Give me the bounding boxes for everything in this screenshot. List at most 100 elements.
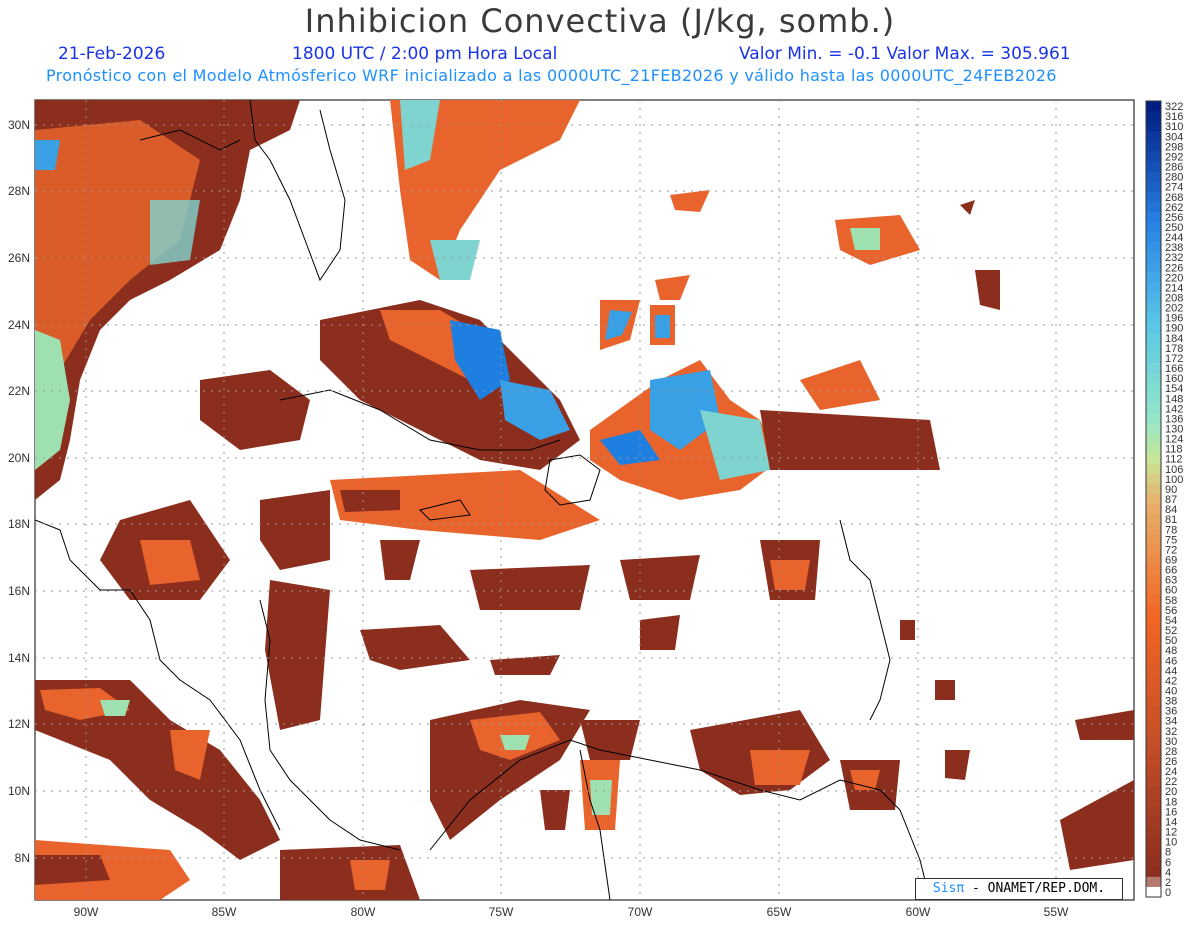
- lat-label-18n: 18N: [8, 517, 30, 531]
- colorbar-swatch: [1146, 685, 1161, 696]
- lat-label-8n: 8N: [15, 851, 30, 865]
- colorbar-swatch: [1146, 554, 1161, 565]
- forecast-map: 30N 28N 26N 24N 22N 20N 18N 16N 14N 12N …: [8, 99, 1183, 919]
- colorbar-swatch: [1146, 806, 1161, 817]
- colorbar-swatch: [1146, 252, 1161, 263]
- colorbar-swatch: [1146, 645, 1161, 656]
- colorbar-swatch: [1146, 836, 1161, 848]
- colorbar-swatch: [1146, 745, 1161, 757]
- colorbar-swatch: [1146, 171, 1161, 183]
- colorbar-swatch: [1146, 504, 1161, 515]
- credit-box: Sisπ - ONAMET/REP.DOM.: [915, 878, 1123, 900]
- colorbar-swatch: [1146, 201, 1161, 213]
- colorbar-swatch: [1146, 161, 1161, 173]
- colorbar-swatch: [1146, 211, 1161, 223]
- lat-label-30n: 30N: [8, 118, 30, 132]
- lat-label-16n: 16N: [8, 584, 30, 598]
- colorbar-swatch: [1146, 272, 1161, 283]
- lat-label-10n: 10N: [8, 784, 30, 798]
- colorbar-swatch: [1146, 332, 1161, 344]
- colorbar-swatch: [1146, 453, 1161, 465]
- colorbar-swatch: [1146, 624, 1161, 636]
- colorbar-swatch: [1146, 352, 1161, 364]
- colorbar-swatch: [1146, 866, 1161, 878]
- lat-label-20n: 20N: [8, 451, 30, 465]
- colorbar-swatch: [1146, 705, 1161, 717]
- colorbar-swatch: [1146, 574, 1161, 586]
- colorbar-swatch: [1146, 635, 1161, 646]
- colorbar-swatch: [1146, 433, 1161, 445]
- lat-label-14n: 14N: [8, 651, 30, 665]
- colorbar-swatch: [1146, 796, 1161, 807]
- lon-label-75w: 75W: [489, 905, 514, 919]
- colorbar-swatch: [1146, 483, 1161, 495]
- colorbar-swatch: [1146, 383, 1161, 394]
- colorbar-swatch: [1146, 735, 1161, 747]
- colorbar-swatch: [1146, 534, 1161, 545]
- credit-text: - ONAMET/REP.DOM.: [964, 881, 1106, 896]
- colorbar-swatch: [1146, 604, 1161, 616]
- lat-label-26n: 26N: [8, 251, 30, 265]
- lat-label-22n: 22N: [8, 384, 30, 398]
- colorbar-swatch: [1146, 302, 1161, 314]
- colorbar-swatch: [1146, 876, 1161, 888]
- lon-label-85w: 85W: [212, 905, 237, 919]
- colorbar-swatch: [1146, 443, 1161, 455]
- colorbar-swatch: [1146, 463, 1161, 475]
- colorbar-swatch: [1146, 221, 1161, 233]
- colorbar-swatch: [1146, 373, 1161, 384]
- colorbar-swatch: [1146, 423, 1161, 435]
- colorbar-swatch: [1146, 231, 1161, 243]
- colorbar-swatch: [1146, 131, 1161, 142]
- lon-label-70w: 70W: [628, 905, 653, 919]
- colorbar-swatch: [1146, 181, 1161, 193]
- colorbar-swatch: [1146, 111, 1161, 122]
- colorbar-swatch: [1146, 151, 1161, 162]
- lon-label-55w: 55W: [1044, 905, 1069, 919]
- colorbar-swatch: [1146, 594, 1161, 606]
- colorbar-swatch: [1146, 493, 1161, 505]
- colorbar-swatch: [1146, 755, 1161, 767]
- colorbar-swatch: [1146, 191, 1161, 203]
- colorbar-swatch: [1146, 655, 1161, 666]
- lat-label-24n: 24N: [8, 318, 30, 332]
- colorbar-swatch: [1146, 141, 1161, 152]
- colorbar-swatch: [1146, 121, 1161, 132]
- colorbar-swatch: [1146, 242, 1161, 253]
- colorbar-swatch: [1146, 262, 1161, 273]
- lon-label-65w: 65W: [767, 905, 792, 919]
- lat-label-28n: 28N: [8, 184, 30, 198]
- colorbar-swatch: [1146, 826, 1161, 838]
- colorbar-swatch: [1146, 312, 1161, 324]
- colorbar-swatch: [1146, 715, 1161, 727]
- colorbar-swatch: [1146, 282, 1161, 293]
- colorbar-swatch: [1146, 614, 1161, 626]
- colorbar: 3223163103042982922862802742682622562502…: [1145, 100, 1183, 899]
- colorbar-swatch: [1146, 846, 1161, 858]
- colorbar-swatch: [1146, 514, 1161, 525]
- colorbar-swatch: [1146, 544, 1161, 555]
- lat-label-12n: 12N: [8, 717, 30, 731]
- colorbar-swatch: [1146, 886, 1161, 898]
- colorbar-swatch: [1146, 524, 1161, 535]
- colorbar-swatch: [1146, 101, 1161, 112]
- colorbar-swatch: [1146, 362, 1161, 374]
- colorbar-swatch: [1146, 766, 1161, 777]
- colorbar-swatch: [1146, 473, 1161, 485]
- colorbar-swatch: [1146, 776, 1161, 787]
- colorbar-swatch: [1146, 403, 1161, 414]
- lon-label-80w: 80W: [351, 905, 376, 919]
- colorbar-swatch: [1146, 856, 1161, 868]
- colorbar-swatch: [1146, 322, 1161, 334]
- colorbar-swatch: [1146, 816, 1161, 827]
- colorbar-swatch: [1146, 695, 1161, 707]
- colorbar-swatch: [1146, 786, 1161, 797]
- colorbar-swatch: [1146, 725, 1161, 737]
- colorbar-swatch: [1146, 564, 1161, 576]
- colorbar-swatch: [1146, 584, 1161, 596]
- colorbar-swatch: [1146, 665, 1161, 676]
- sispi-brand: Sisπ: [932, 881, 965, 896]
- colorbar-swatch: [1146, 413, 1161, 424]
- colorbar-swatch: [1146, 675, 1161, 686]
- lon-label-60w: 60W: [906, 905, 931, 919]
